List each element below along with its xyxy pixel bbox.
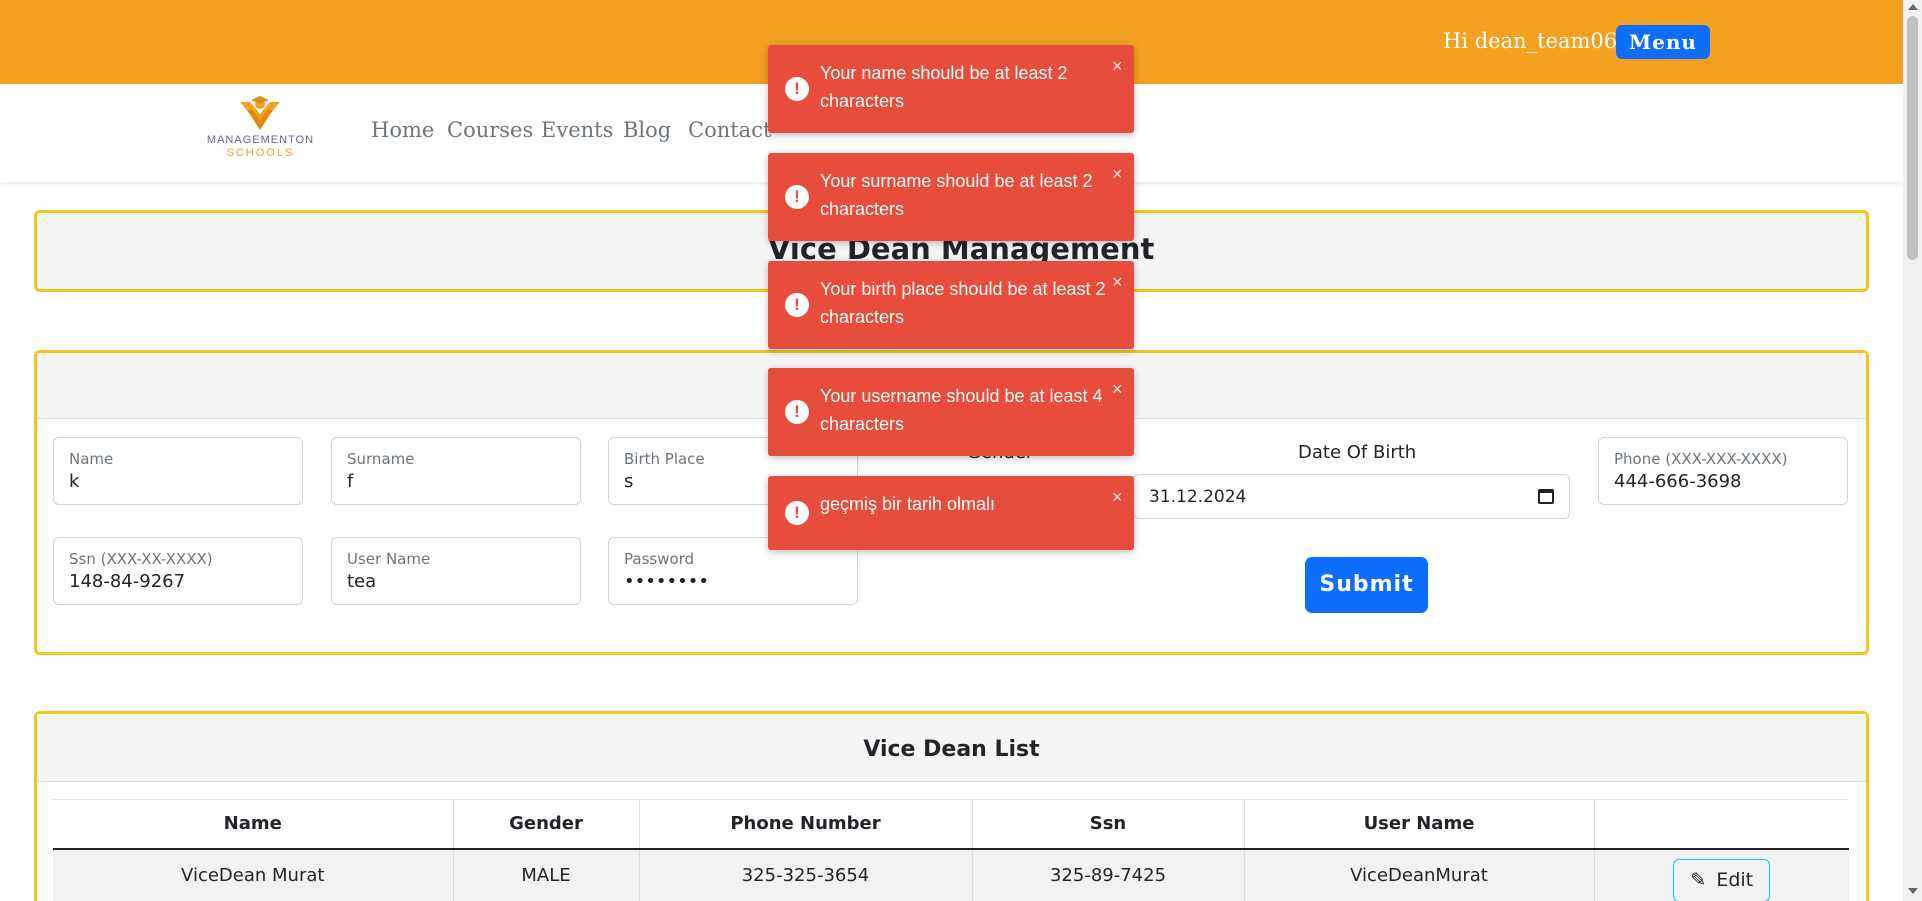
password-field-label: Password	[624, 550, 695, 568]
cell-name: ViceDean Murat	[53, 848, 454, 901]
birth-place-field-value[interactable]: s	[624, 471, 633, 492]
close-icon[interactable]: ×	[1112, 488, 1123, 506]
username-field-value[interactable]: tea	[347, 571, 376, 592]
column-header-phone: Phone Number	[639, 799, 973, 850]
nav-events[interactable]: Events	[541, 118, 613, 142]
error-toast-name[interactable]: ! Your name should be at least 2 charact…	[768, 45, 1134, 133]
edit-button[interactable]: ✎ Edit	[1673, 858, 1771, 901]
edit-button-label: Edit	[1716, 868, 1754, 891]
ssn-field-value[interactable]: 148-84-9267	[69, 571, 185, 592]
toast-message: Your birth place should be at least 2 ch…	[820, 279, 1106, 327]
surname-field-value[interactable]: f	[347, 471, 353, 492]
phone-field-label: Phone (XXX-XXX-XXXX)	[1614, 450, 1788, 468]
close-icon[interactable]: ×	[1112, 57, 1123, 75]
scrollbar-thumb[interactable]	[1907, 16, 1918, 260]
close-icon[interactable]: ×	[1112, 165, 1123, 183]
name-field-value[interactable]: k	[69, 471, 79, 492]
username-field[interactable]: User Name tea	[331, 537, 581, 605]
menu-button[interactable]: Menu	[1616, 25, 1710, 59]
column-header-gender: Gender	[453, 799, 640, 850]
cell-gender: MALE	[453, 848, 640, 901]
error-toast-surname[interactable]: ! Your surname should be at least 2 char…	[768, 153, 1134, 241]
nav-home[interactable]: Home	[371, 118, 434, 142]
scroll-down-icon[interactable]	[1908, 888, 1918, 894]
ssn-field-label: Ssn (XXX-XX-XXXX)	[69, 550, 213, 568]
calendar-icon[interactable]	[1538, 489, 1554, 504]
error-toast-birth-place[interactable]: ! Your birth place should be at least 2 …	[768, 261, 1134, 349]
nav-blog[interactable]: Blog	[623, 118, 671, 142]
column-header-ssn: Ssn	[972, 799, 1245, 850]
error-icon: !	[785, 400, 809, 424]
pencil-icon: ✎	[1690, 868, 1707, 891]
close-icon[interactable]: ×	[1112, 380, 1123, 398]
column-header-name: Name	[53, 799, 454, 850]
vertical-scrollbar[interactable]	[1903, 0, 1922, 901]
surname-field-label: Surname	[347, 450, 415, 468]
toast-message: Your name should be at least 2 character…	[820, 63, 1068, 111]
toast-message: geçmiş bir tarih olmalı	[820, 494, 996, 514]
toast-message: Your surname should be at least 2 charac…	[820, 171, 1093, 219]
date-of-birth-input[interactable]: 31.12.2024	[1133, 474, 1570, 519]
cell-username: ViceDeanMurat	[1244, 848, 1595, 901]
cell-actions: ✎ Edit	[1594, 848, 1849, 901]
column-header-actions	[1594, 799, 1849, 850]
logo-subtext: SCHOOLS	[226, 147, 295, 159]
name-field-label: Name	[69, 450, 114, 468]
logo-text: MANAGEMENTON	[206, 134, 315, 146]
surname-field[interactable]: Surname f	[331, 437, 581, 505]
nav-courses[interactable]: Courses	[447, 118, 533, 142]
close-icon[interactable]: ×	[1112, 273, 1123, 291]
date-of-birth-label: Date Of Birth	[1298, 442, 1417, 463]
birth-place-field-label: Birth Place	[624, 450, 705, 468]
table-row: ViceDean Murat MALE 325-325-3654 325-89-…	[53, 848, 1849, 901]
ssn-field[interactable]: Ssn (XXX-XX-XXXX) 148-84-9267	[53, 537, 303, 605]
password-field-value[interactable]: ••••••••	[624, 571, 709, 592]
cell-phone: 325-325-3654	[639, 848, 973, 901]
error-icon: !	[785, 501, 809, 525]
date-of-birth-value[interactable]: 31.12.2024	[1149, 487, 1246, 507]
list-title: Vice Dean List	[863, 737, 1040, 762]
vice-dean-table: Name Gender Phone Number Ssn User Name V…	[53, 799, 1849, 901]
error-toast-username[interactable]: ! Your username should be at least 4 cha…	[768, 368, 1134, 456]
cell-ssn: 325-89-7425	[972, 848, 1245, 901]
error-icon: !	[785, 77, 809, 101]
name-field[interactable]: Name k	[53, 437, 303, 505]
error-toast-date[interactable]: ! geçmiş bir tarih olmalı ×	[768, 476, 1134, 550]
phone-field-value[interactable]: 444-666-3698	[1614, 471, 1742, 492]
nav-contact[interactable]: Contact	[688, 118, 771, 142]
phone-field[interactable]: Phone (XXX-XXX-XXXX) 444-666-3698	[1598, 437, 1848, 505]
logo-emblem-icon	[240, 96, 280, 130]
logo[interactable]: MANAGEMENTON SCHOOLS	[198, 96, 323, 162]
list-card-header: Vice Dean List	[37, 714, 1866, 782]
error-icon: !	[785, 185, 809, 209]
user-greeting: Hi dean_team06	[1443, 29, 1618, 53]
column-header-username: User Name	[1244, 799, 1595, 850]
toast-message: Your username should be at least 4 chara…	[820, 386, 1103, 434]
submit-button[interactable]: Submit	[1305, 557, 1428, 613]
scroll-up-icon[interactable]	[1908, 4, 1918, 10]
error-icon: !	[785, 293, 809, 317]
username-field-label: User Name	[347, 550, 431, 568]
table-header-row: Name Gender Phone Number Ssn User Name	[53, 799, 1849, 850]
